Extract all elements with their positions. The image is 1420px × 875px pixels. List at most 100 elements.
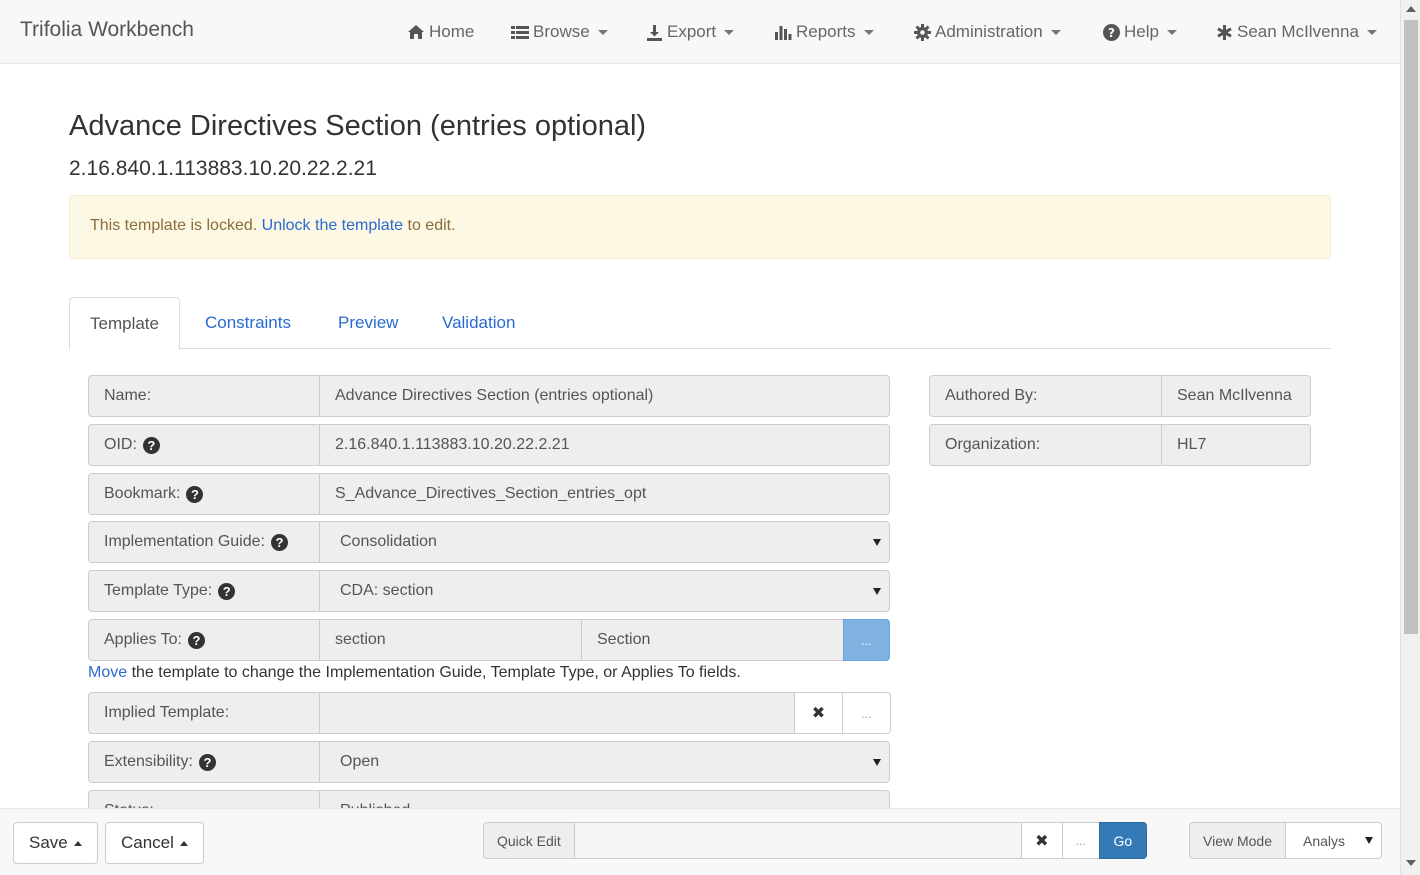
brand-title[interactable]: Trifolia Workbench bbox=[20, 18, 194, 42]
nav-export-label: Export bbox=[667, 22, 717, 41]
bookmark-label: Bookmark: bbox=[104, 485, 181, 502]
applies-to-browse-button[interactable]: ... bbox=[843, 619, 890, 661]
extensibility-label: Extensibility: bbox=[104, 753, 193, 770]
name-row: Name: Advance Directives Section (entrie… bbox=[88, 375, 890, 417]
organization-field: HL7 bbox=[1161, 424, 1311, 466]
list-icon bbox=[511, 25, 529, 39]
tab-preview[interactable]: Preview bbox=[318, 297, 418, 349]
bar-chart-icon bbox=[775, 26, 792, 40]
nav-administration[interactable]: Administration bbox=[914, 0, 1061, 64]
authored-by-row: Authored By: Sean McIlvenna bbox=[929, 375, 1311, 417]
save-label: Save bbox=[29, 833, 68, 852]
help-icon[interactable]: ? bbox=[198, 753, 216, 771]
save-button[interactable]: Save bbox=[13, 822, 98, 864]
question-circle-icon: ? bbox=[1103, 23, 1120, 41]
dropdown-arrow-icon bbox=[873, 538, 881, 546]
extensibility-label-cell: Extensibility: ? bbox=[88, 741, 320, 783]
quick-edit-label: Quick Edit bbox=[483, 822, 575, 859]
nav-export[interactable]: Export bbox=[646, 0, 735, 64]
move-note-text: the template to change the Implementatio… bbox=[131, 664, 741, 681]
caret-down-icon bbox=[1050, 29, 1061, 35]
gear-icon bbox=[914, 23, 931, 41]
move-note: Move the template to change the Implemen… bbox=[88, 664, 741, 682]
browse-implied-template-button[interactable]: ... bbox=[842, 692, 891, 734]
help-icon[interactable]: ? bbox=[270, 533, 288, 551]
bookmark-field[interactable]: S_Advance_Directives_Section_entries_opt bbox=[319, 473, 890, 515]
help-icon[interactable]: ? bbox=[218, 582, 236, 600]
move-link[interactable]: Move bbox=[88, 664, 127, 681]
scroll-down-arrow-icon[interactable] bbox=[1406, 860, 1416, 866]
quick-edit-input[interactable] bbox=[573, 822, 1022, 859]
caret-down-icon bbox=[724, 29, 735, 35]
extensibility-row: Extensibility: ? Open bbox=[88, 741, 890, 783]
applies-to-label: Applies To: bbox=[104, 631, 182, 648]
template-type-label: Template Type: bbox=[104, 582, 213, 599]
vertical-scrollbar[interactable] bbox=[1400, 0, 1420, 875]
nav-browse[interactable]: Browse bbox=[511, 0, 608, 64]
cancel-button[interactable]: Cancel bbox=[105, 822, 204, 864]
page-oid: 2.16.840.1.113883.10.20.22.2.21 bbox=[69, 157, 377, 180]
cancel-label: Cancel bbox=[121, 833, 174, 852]
tab-validation[interactable]: Validation bbox=[422, 297, 535, 349]
nav-reports[interactable]: Reports bbox=[775, 0, 874, 64]
close-icon: ✖ bbox=[811, 705, 826, 722]
download-icon bbox=[647, 24, 662, 41]
nav-user-label: Sean McIlvenna bbox=[1237, 22, 1359, 41]
extensibility-value: Open bbox=[340, 753, 380, 770]
bookmark-label-cell: Bookmark: ? bbox=[88, 473, 320, 515]
caret-down-icon bbox=[1366, 29, 1377, 35]
close-icon: ✖ bbox=[1035, 832, 1049, 850]
alert-text-before: This template is locked. bbox=[90, 217, 258, 234]
nav-browse-label: Browse bbox=[533, 22, 590, 41]
caret-down-icon bbox=[863, 29, 874, 35]
oid-label: OID: bbox=[104, 436, 137, 453]
alert-text-after: to edit. bbox=[407, 217, 456, 234]
tab-constraints[interactable]: Constraints bbox=[185, 297, 311, 349]
bottom-toolbar: Save Cancel Quick Edit ✖ ... Go View Mod… bbox=[0, 808, 1400, 875]
tab-template[interactable]: Template bbox=[69, 297, 180, 350]
authored-by-field: Sean McIlvenna bbox=[1161, 375, 1311, 417]
applies-to-context-field[interactable]: section bbox=[319, 619, 582, 661]
quick-edit-browse-button[interactable]: ... bbox=[1061, 822, 1100, 859]
help-icon[interactable]: ? bbox=[186, 485, 204, 503]
view-mode-group: View Mode Analyst bbox=[1189, 822, 1383, 859]
extensibility-select[interactable]: Open bbox=[319, 741, 890, 783]
quick-edit-clear-button[interactable]: ✖ bbox=[1020, 822, 1063, 859]
view-mode-value: Analyst bbox=[1303, 832, 1346, 849]
caret-down-icon bbox=[597, 29, 608, 35]
scrollbar-thumb[interactable] bbox=[1404, 20, 1418, 634]
authored-by-label: Authored By: bbox=[929, 375, 1162, 417]
implied-template-field[interactable] bbox=[319, 692, 795, 734]
clear-implied-template-button[interactable]: ✖ bbox=[794, 692, 843, 734]
implementation-guide-row: Implementation Guide: ? Consolidation bbox=[88, 521, 890, 563]
oid-label-cell: OID: ? bbox=[88, 424, 320, 466]
oid-row: OID: ? 2.16.840.1.113883.10.20.22.2.21 bbox=[88, 424, 890, 466]
top-navbar: Trifolia Workbench Home Browse Export Re… bbox=[0, 0, 1400, 64]
template-type-select[interactable]: CDA: section bbox=[319, 570, 890, 612]
nav-home[interactable]: Home bbox=[407, 0, 474, 64]
template-type-row: Template Type: ? CDA: section bbox=[88, 570, 890, 612]
scroll-up-arrow-icon[interactable] bbox=[1406, 6, 1416, 12]
oid-field[interactable]: 2.16.840.1.113883.10.20.22.2.21 bbox=[319, 424, 890, 466]
nav-user-menu[interactable]: Sean McIlvenna bbox=[1216, 0, 1377, 64]
tab-bar: Template Constraints Preview Validation bbox=[69, 297, 1331, 350]
nav-administration-label: Administration bbox=[935, 22, 1043, 41]
implementation-guide-label: Implementation Guide: bbox=[104, 533, 265, 550]
implied-template-row: Implied Template: ✖ ... bbox=[88, 692, 891, 734]
quick-edit-group: Quick Edit ✖ ... Go bbox=[483, 822, 1147, 859]
help-icon[interactable]: ? bbox=[187, 631, 205, 649]
implementation-guide-select[interactable]: Consolidation bbox=[319, 521, 890, 563]
unlock-template-link[interactable]: Unlock the template bbox=[262, 217, 403, 234]
dropdown-arrow-icon bbox=[873, 758, 881, 766]
caret-up-icon bbox=[179, 840, 188, 846]
name-field[interactable]: Advance Directives Section (entries opti… bbox=[319, 375, 890, 417]
view-mode-select[interactable]: Analyst bbox=[1285, 822, 1383, 859]
help-icon[interactable]: ? bbox=[142, 436, 160, 454]
bookmark-row: Bookmark: ? S_Advance_Directives_Section… bbox=[88, 473, 890, 515]
page-title: Advance Directives Section (entries opti… bbox=[69, 110, 647, 142]
home-icon bbox=[408, 25, 424, 39]
nav-help[interactable]: ? Help bbox=[1103, 0, 1177, 64]
svg-text:?: ? bbox=[1108, 26, 1115, 40]
go-button[interactable]: Go bbox=[1098, 822, 1147, 859]
applies-to-type-field[interactable]: Section bbox=[581, 619, 844, 661]
